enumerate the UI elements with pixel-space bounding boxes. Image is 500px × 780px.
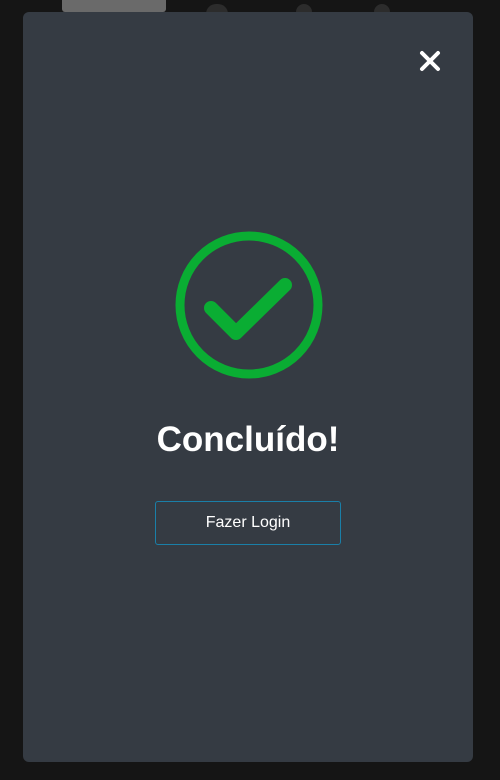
check-circle-icon (173, 229, 325, 381)
close-button[interactable] (417, 48, 443, 74)
login-button[interactable]: Fazer Login (155, 501, 341, 545)
modal-title: Concluído! (156, 420, 340, 459)
success-modal: Concluído! Fazer Login (23, 12, 473, 762)
background-page-element (62, 0, 166, 12)
close-icon (420, 51, 440, 71)
